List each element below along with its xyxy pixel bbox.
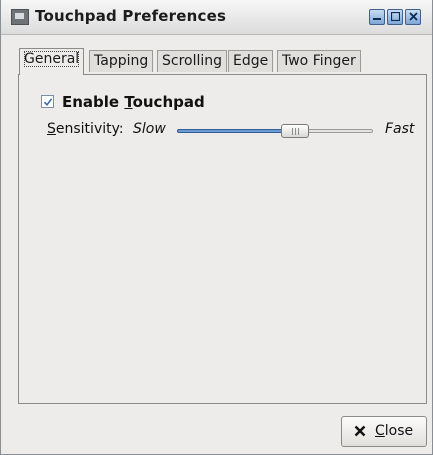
slider-fill [177,129,295,133]
enable-touchpad-checkbox[interactable] [41,95,54,108]
close-x-icon [354,425,366,437]
checkmark-icon [43,98,53,107]
title-bar[interactable]: Touchpad Preferences [1,0,432,35]
slow-label: Slow [133,121,166,137]
tab-tapping[interactable]: Tapping [89,50,154,72]
tab-edge[interactable]: Edge [228,50,274,72]
close-button-label: Close [375,423,414,439]
app-icon [11,9,29,25]
fast-label: Fast [385,121,415,137]
enable-touchpad-label[interactable]: Enable Touchpad [62,93,205,111]
close-button[interactable]: Close [341,416,427,447]
minimize-icon[interactable] [369,9,385,25]
general-panel: Enable Touchpad Sensitivity: Slow Fast [18,74,427,404]
sensitivity-label: Sensitivity: [47,121,124,137]
close-icon[interactable] [405,9,421,25]
tab-two-finger[interactable]: Two Finger [277,50,361,72]
tab-scrolling[interactable]: Scrolling [157,50,228,72]
tab-general[interactable]: General [19,48,85,75]
maximize-icon[interactable] [387,9,403,25]
window-title: Touchpad Preferences [35,7,227,25]
touchpad-preferences-window: Touchpad Preferences General Tapping Scr… [0,0,433,455]
sensitivity-slider[interactable] [177,124,373,138]
slider-thumb[interactable] [281,124,309,138]
